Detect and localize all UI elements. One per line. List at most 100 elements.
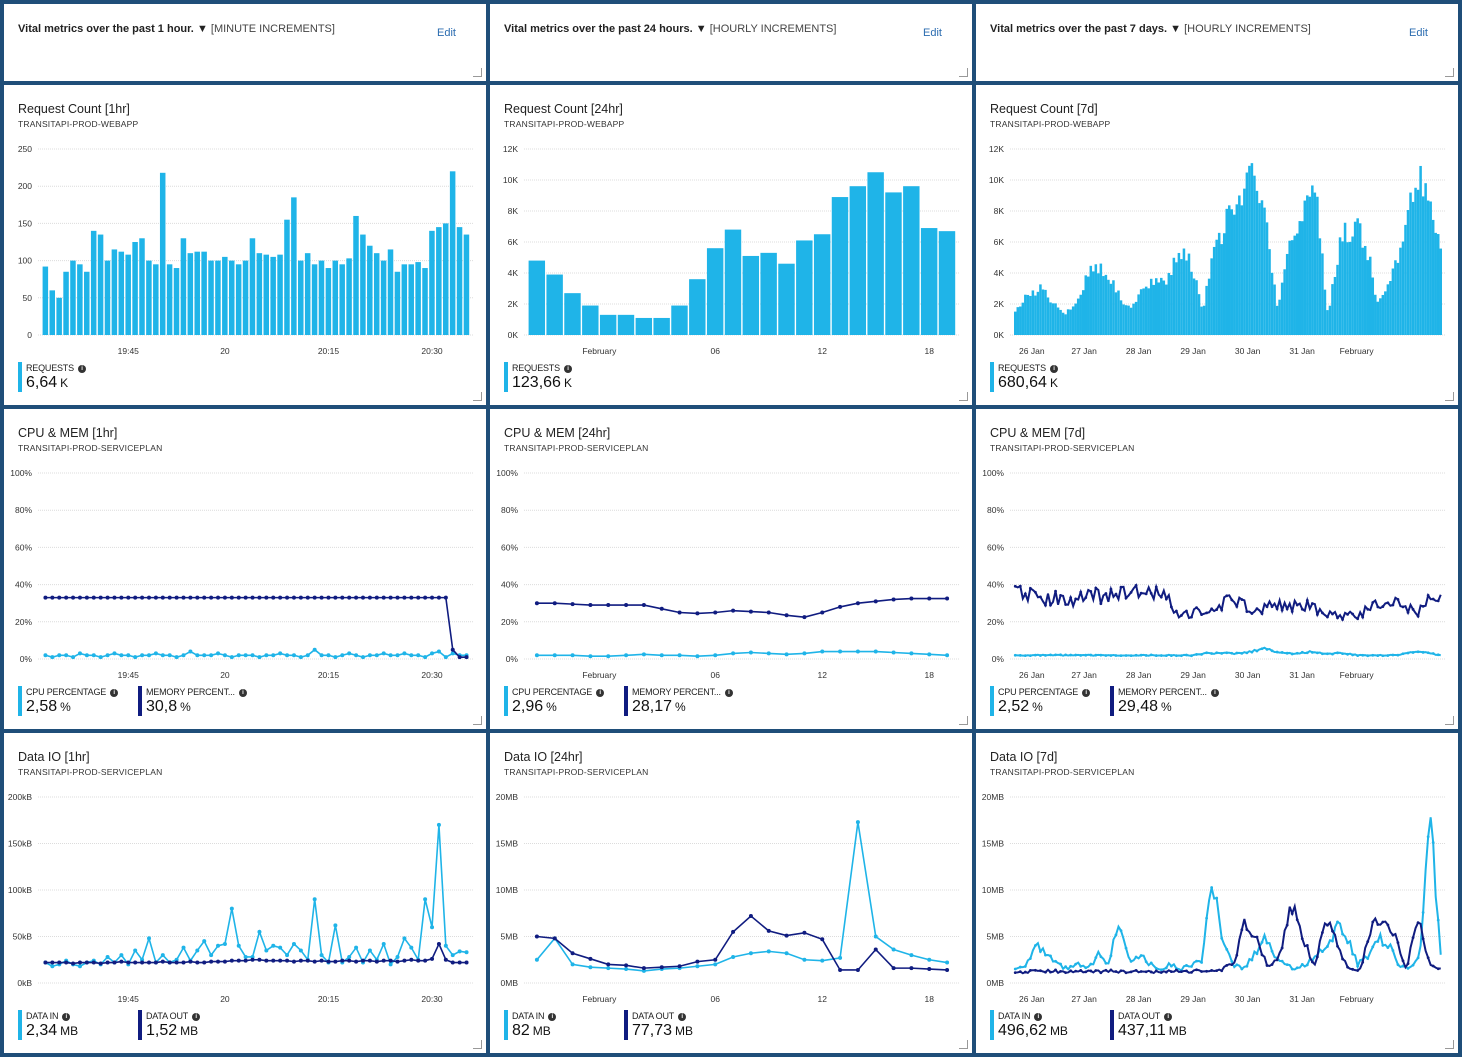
data-point — [1321, 652, 1324, 656]
bar-mark — [1386, 284, 1390, 335]
data-point — [1416, 921, 1420, 924]
resize-handle-icon[interactable] — [959, 716, 968, 725]
resize-handle-icon[interactable] — [1445, 1040, 1454, 1049]
bar-mark — [1029, 295, 1032, 335]
data-point — [1230, 651, 1234, 655]
legend-item[interactable]: CPU PERCENTAGE i 2,96% — [504, 684, 622, 718]
data-point — [1169, 970, 1173, 973]
y-tick-label: 100% — [982, 468, 1004, 478]
data-point — [1396, 653, 1400, 657]
data-point — [450, 960, 455, 965]
data-point — [1235, 963, 1239, 967]
resize-handle-icon[interactable] — [1445, 392, 1454, 401]
info-icon[interactable]: i — [548, 1013, 557, 1021]
legend-item[interactable]: CPU PERCENTAGE i 2,58% — [18, 684, 136, 718]
resize-handle-icon[interactable] — [473, 392, 482, 401]
info-icon[interactable]: i — [1034, 1013, 1043, 1021]
legend-item[interactable]: MEMORY PERCENT... i 28,17% — [624, 684, 742, 718]
legend-item[interactable]: DATA IN i 2,34 MB — [18, 1008, 136, 1042]
data-point — [1064, 971, 1068, 975]
bar-mark — [1275, 305, 1279, 335]
bar-mark — [1326, 310, 1329, 335]
info-icon[interactable]: i — [1049, 365, 1058, 373]
data-point — [1371, 945, 1375, 949]
bar-mark — [201, 251, 207, 335]
legend-item[interactable]: DATA OUT i 77,73 MB — [624, 1008, 742, 1042]
info-icon[interactable]: i — [724, 689, 733, 697]
legend-item[interactable]: DATA OUT i 437,11 MB — [1110, 1008, 1228, 1042]
bar-mark — [1414, 187, 1417, 335]
y-tick-label: 50 — [23, 293, 33, 303]
data-point — [119, 959, 124, 964]
info-icon[interactable]: i — [238, 689, 247, 697]
resize-handle-icon[interactable] — [1445, 716, 1454, 725]
chart-tile[interactable]: Data IO [7d] TRANSITAPI-PROD-SERVICEPLAN 0… — [976, 733, 1458, 1053]
bar-mark — [742, 255, 760, 335]
data-point — [1250, 650, 1254, 654]
legend-item[interactable]: DATA IN i 82 MB — [504, 1008, 622, 1042]
edit-link[interactable]: Edit — [923, 27, 942, 39]
resize-handle-icon[interactable] — [959, 1040, 968, 1049]
info-icon[interactable]: i — [678, 1013, 687, 1021]
info-icon[interactable]: i — [77, 365, 86, 373]
bar-mark — [1149, 278, 1153, 335]
info-icon[interactable]: i — [563, 365, 572, 373]
legend-item[interactable]: DATA OUT i 1,52 MB — [138, 1008, 256, 1042]
chart-tile[interactable]: Request Count [1hr] TRANSITAPI-PROD-WEBAP… — [4, 85, 486, 405]
resize-handle-icon[interactable] — [473, 68, 482, 77]
data-point — [222, 959, 227, 964]
info-icon[interactable]: i — [1082, 689, 1091, 697]
legend-item[interactable]: CPU PERCENTAGE i 2,52% — [990, 684, 1108, 718]
chart-tile[interactable]: Data IO [24hr] TRANSITAPI-PROD-SERVICEPLA… — [490, 733, 972, 1053]
legend-value: 123,66 K — [512, 374, 572, 392]
data-point — [236, 943, 241, 948]
bar-mark — [1379, 298, 1382, 335]
chart-tile[interactable]: CPU & MEM [1hr] TRANSITAPI-PROD-SERVICEPL… — [4, 409, 486, 729]
info-icon[interactable]: i — [1210, 689, 1219, 697]
dropdown-arrow-icon[interactable]: ▼ — [696, 23, 707, 35]
resize-handle-icon[interactable] — [959, 68, 968, 77]
legend-item[interactable]: REQUESTS i 680,64 K — [990, 360, 1108, 394]
data-point — [423, 595, 428, 600]
dropdown-arrow-icon[interactable]: ▼ — [1170, 23, 1181, 35]
data-point — [1104, 592, 1108, 595]
data-point — [1104, 968, 1108, 972]
resize-handle-icon[interactable] — [473, 716, 482, 725]
legend-value-number: 2,52 — [998, 698, 1030, 715]
y-tick-label: 0K — [508, 330, 519, 340]
info-icon[interactable]: i — [62, 1013, 71, 1021]
dropdown-arrow-icon[interactable]: ▼ — [197, 23, 208, 35]
chart-tile[interactable]: Request Count [24hr] TRANSITAPI-PROD-WEBA… — [490, 85, 972, 405]
edit-link[interactable]: Edit — [1409, 27, 1428, 39]
series-line — [45, 596, 467, 658]
chart-tile[interactable]: Request Count [7d] TRANSITAPI-PROD-WEBAPP… — [976, 85, 1458, 405]
data-point — [1426, 593, 1430, 597]
chart-tile[interactable]: CPU & MEM [24hr] TRANSITAPI-PROD-SERVICEP… — [490, 409, 972, 729]
resize-handle-icon[interactable] — [1445, 68, 1454, 77]
bar-mark — [1069, 309, 1072, 335]
info-icon[interactable]: i — [110, 689, 119, 697]
chart-tile[interactable]: Data IO [1hr] TRANSITAPI-PROD-SERVICEPLAN… — [4, 733, 486, 1053]
info-icon[interactable]: i — [1164, 1013, 1173, 1021]
resize-handle-icon[interactable] — [959, 392, 968, 401]
legend-item[interactable]: DATA IN i 496,62 MB — [990, 1008, 1108, 1042]
chart-tile[interactable]: CPU & MEM [7d] TRANSITAPI-PROD-SERVICEPLA… — [976, 409, 1458, 729]
x-tick-label: 19:45 — [118, 994, 140, 1004]
legend-item[interactable]: REQUESTS i 123,66 K — [504, 360, 622, 394]
data-point — [855, 820, 860, 825]
edit-link[interactable]: Edit — [437, 27, 456, 39]
y-tick-label: 200kB — [8, 792, 32, 802]
y-tick-label: 100kB — [8, 885, 32, 895]
legend-item[interactable]: MEMORY PERCENT... i 30,8% — [138, 684, 256, 718]
legend-item[interactable]: REQUESTS i 6,64 K — [18, 360, 136, 394]
info-icon[interactable]: i — [192, 1013, 201, 1021]
bar-mark — [1243, 188, 1246, 335]
legend-item[interactable]: MEMORY PERCENT... i 29,48% — [1110, 684, 1228, 718]
bar-mark — [885, 192, 902, 335]
bar-mark — [456, 227, 463, 335]
data-point — [98, 961, 103, 966]
resize-handle-icon[interactable] — [473, 1040, 482, 1049]
info-icon[interactable]: i — [596, 689, 605, 697]
data-point — [713, 957, 718, 962]
bar-mark — [1273, 284, 1276, 335]
